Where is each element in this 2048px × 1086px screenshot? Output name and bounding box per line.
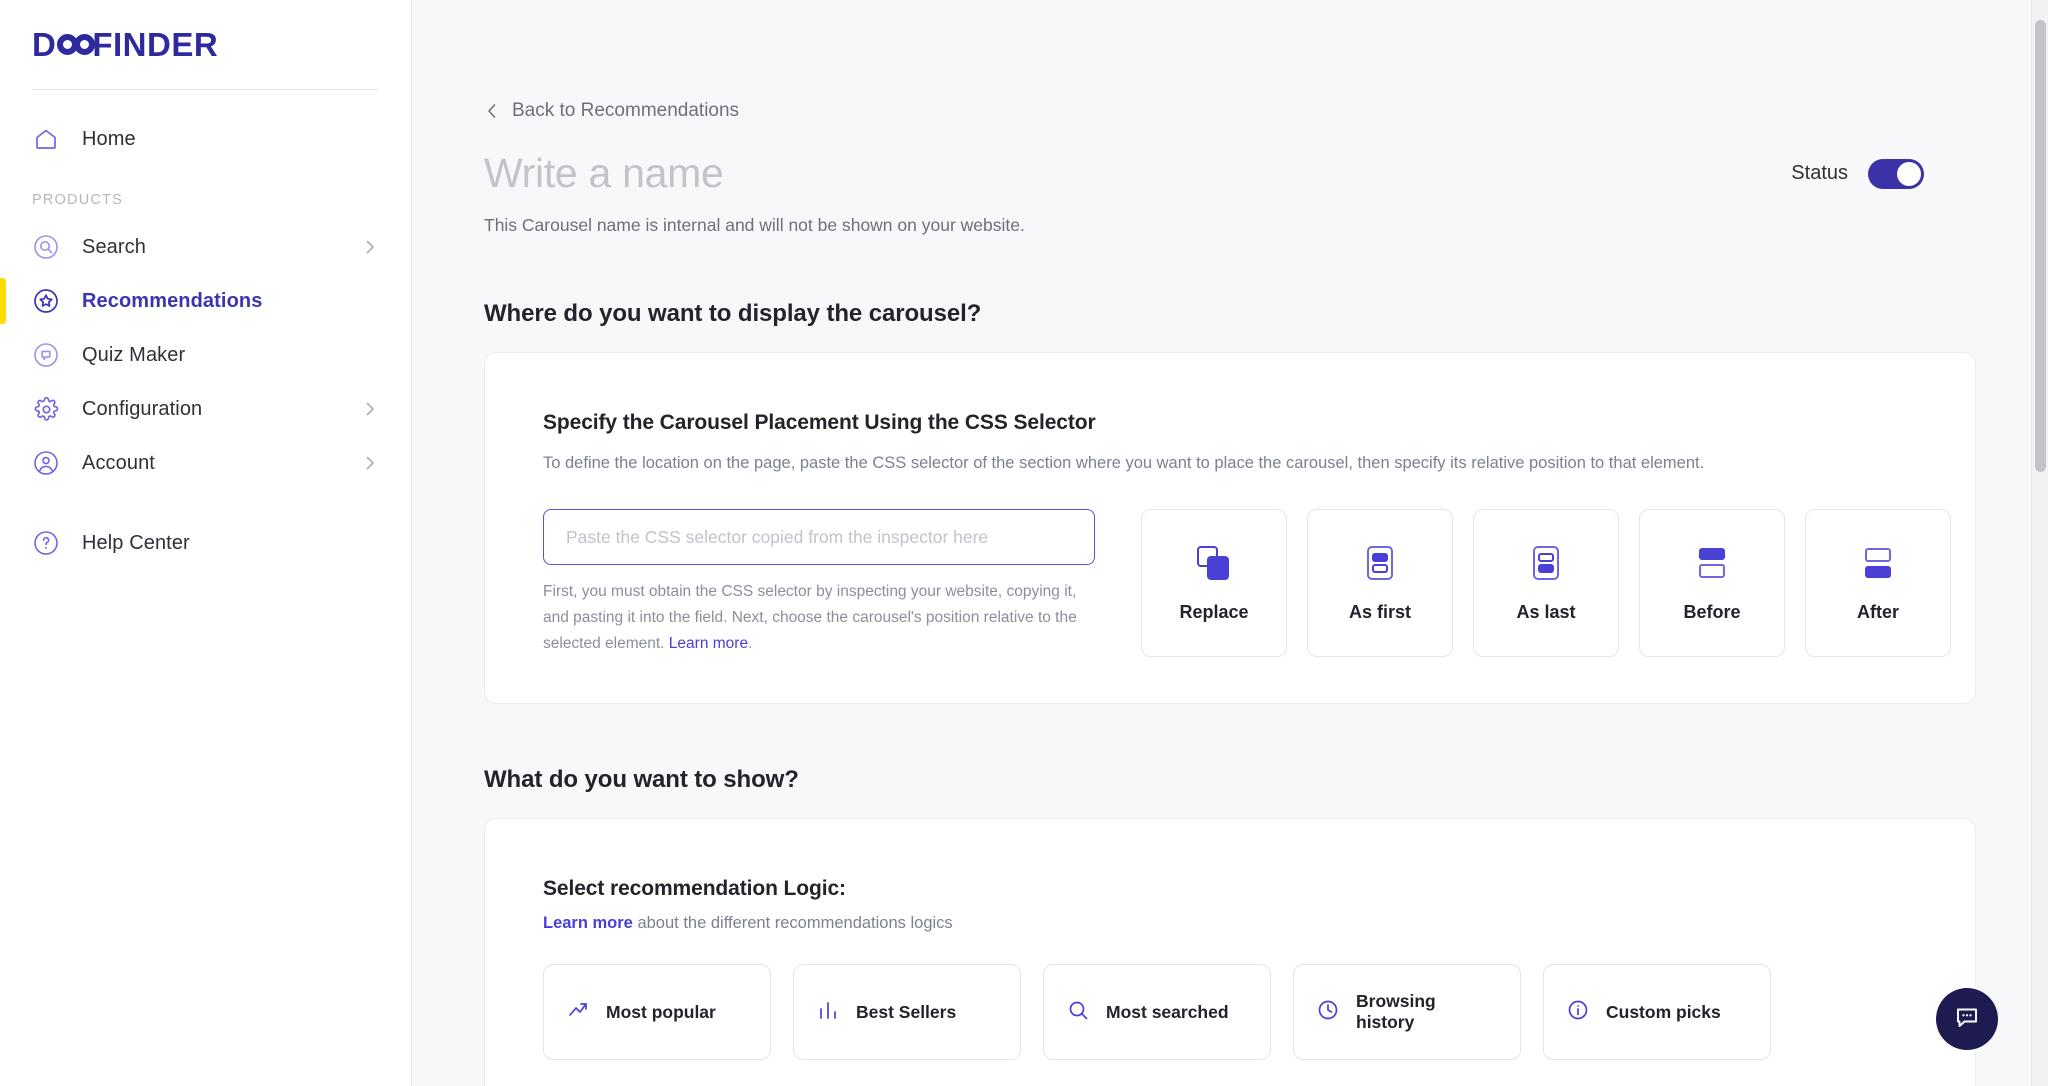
placement-card: Specify the Carousel Placement Using the…	[484, 351, 1976, 705]
search-circle-icon	[32, 233, 60, 261]
logic-option-most-searched[interactable]: Most searched	[1043, 964, 1271, 1061]
sidebar-nav: Home PRODUCTS Search Recommendations Qui…	[0, 90, 411, 594]
replace-icon	[1197, 544, 1231, 582]
placement-option-replace[interactable]: Replace	[1141, 509, 1287, 658]
css-selector-hint-text: First, you must obtain the CSS selector …	[543, 583, 1077, 652]
placement-option-label: After	[1856, 601, 1899, 622]
placement-option-label: Before	[1683, 601, 1741, 622]
status-control: Status	[1791, 158, 1976, 189]
logic-option-label: Most popular	[606, 1001, 716, 1022]
placement-option-label: Replace	[1179, 601, 1249, 622]
sidebar-item-search[interactable]: Search	[0, 220, 411, 274]
trending-up-icon	[566, 998, 590, 1027]
main-content: Back to Recommendations Write a name Sta…	[412, 0, 2048, 1086]
main-inner: Back to Recommendations Write a name Sta…	[412, 0, 2048, 1086]
page-subtitle: This Carousel name is internal and will …	[484, 215, 1025, 236]
scrollbar-thumb[interactable]	[2035, 20, 2046, 472]
chevron-left-icon	[484, 102, 500, 120]
sidebar-item-quiz-maker[interactable]: Quiz Maker	[0, 328, 411, 382]
placement-section-heading: Where do you want to display the carouse…	[484, 299, 982, 327]
css-selector-input[interactable]	[543, 509, 1095, 566]
logic-option-label: Most searched	[1106, 1001, 1229, 1022]
css-selector-hint: First, you must obtain the CSS selector …	[543, 579, 1095, 656]
sidebar-item-account[interactable]: Account	[0, 436, 411, 490]
sidebar-item-label: Recommendations	[82, 290, 263, 312]
chevron-right-icon	[361, 238, 379, 256]
bar-chart-icon	[816, 998, 840, 1027]
info-circle-icon	[1566, 998, 1590, 1027]
recommendation-logic-subtitle: Learn more about the different recommend…	[543, 911, 1917, 936]
sidebar-item-home[interactable]: Home	[0, 112, 411, 166]
sidebar-item-recommendations[interactable]: Recommendations	[0, 274, 411, 328]
back-link-label: Back to Recommendations	[512, 100, 740, 121]
sidebar-item-label: Account	[82, 452, 155, 474]
sidebar-bottom-nav: Configuration Account Help Center	[0, 382, 411, 594]
chat-bubble-icon	[1953, 1003, 1981, 1036]
chevron-right-icon	[361, 400, 379, 418]
css-selector-hint-tail: .	[748, 634, 753, 652]
brand-logo-text-1: D	[32, 26, 57, 63]
sidebar-item-label: Help Center	[82, 532, 190, 554]
question-circle-icon	[32, 529, 60, 557]
brand-logo-text-2: FINDER	[92, 26, 219, 63]
clock-history-icon	[1316, 998, 1340, 1027]
chevron-right-icon	[361, 454, 379, 472]
sidebar-item-label: Search	[82, 236, 146, 258]
brand-logo[interactable]: D FINDER	[0, 0, 411, 61]
as-last-icon	[1533, 544, 1559, 582]
placement-card-subtitle: To define the location on the page, past…	[543, 453, 1705, 472]
placement-option-as-last[interactable]: As last	[1473, 509, 1619, 658]
logic-option-label: Custom picks	[1606, 1001, 1721, 1022]
quiz-circle-icon	[32, 341, 60, 369]
sidebar-item-configuration[interactable]: Configuration	[0, 382, 411, 436]
logic-option-label: Browsing history	[1356, 991, 1436, 1033]
sidebar-section-products: PRODUCTS	[32, 192, 123, 208]
css-selector-learn-more-link[interactable]: Learn more	[669, 635, 748, 652]
star-circle-icon	[32, 287, 60, 315]
placement-option-after[interactable]: After	[1805, 509, 1951, 658]
as-first-icon	[1367, 544, 1393, 582]
user-circle-icon	[32, 449, 60, 477]
sidebar-item-label: Home	[82, 128, 136, 150]
status-toggle[interactable]	[1868, 158, 1924, 189]
logic-learn-more-tail: about the different recommendations logi…	[632, 914, 953, 933]
logic-learn-more-link[interactable]: Learn more	[543, 914, 633, 932]
status-toggle-knob	[1897, 161, 1921, 186]
carousel-name-input[interactable]: Write a name	[484, 150, 724, 197]
logic-option-best-sellers[interactable]: Best Sellers	[793, 964, 1021, 1061]
app-root: D FINDER Home PRODUCTS Search Recommenda…	[0, 0, 2048, 1086]
logic-option-most-popular[interactable]: Most popular	[543, 964, 771, 1061]
search-icon	[1066, 998, 1090, 1027]
after-icon	[1865, 544, 1891, 582]
logic-option-custom-picks[interactable]: Custom picks	[1543, 964, 1771, 1061]
page-title-row: Write a name Status	[484, 150, 1976, 197]
brand-logo-infinity-icon	[57, 34, 96, 55]
chat-widget-button[interactable]	[1936, 988, 1998, 1050]
back-to-recommendations-link[interactable]: Back to Recommendations	[484, 100, 739, 122]
css-selector-column: First, you must obtain the CSS selector …	[543, 509, 1095, 657]
recommendation-logic-options: Most popular Best Sellers Most searched	[543, 964, 1917, 1061]
before-icon	[1699, 544, 1725, 582]
placement-option-as-first[interactable]: As first	[1307, 509, 1453, 658]
logic-option-label: Best Sellers	[856, 1001, 957, 1022]
page-scrollbar[interactable]	[2031, 0, 2048, 1086]
placement-options: Replace As first As last Before After	[1141, 509, 1951, 658]
home-icon	[32, 125, 60, 153]
placement-card-title: Specify the Carousel Placement Using the…	[543, 410, 1096, 434]
sidebar-item-help-center[interactable]: Help Center	[0, 516, 411, 570]
sidebar: D FINDER Home PRODUCTS Search Recommenda…	[0, 0, 412, 1086]
gear-icon	[32, 395, 60, 423]
placement-option-label: As first	[1348, 601, 1411, 622]
status-label: Status	[1791, 162, 1848, 185]
sidebar-item-label: Quiz Maker	[82, 344, 186, 366]
placement-option-label: As last	[1516, 601, 1576, 622]
placement-option-before[interactable]: Before	[1639, 509, 1785, 658]
recommendation-logic-title: Select recommendation Logic:	[543, 877, 846, 901]
recommendation-logic-card: Select recommendation Logic: Learn more …	[484, 818, 1976, 1086]
logic-option-browsing-history[interactable]: Browsing history	[1293, 964, 1521, 1061]
placement-row: First, you must obtain the CSS selector …	[543, 509, 1951, 658]
content-section-heading: What do you want to show?	[484, 766, 799, 794]
sidebar-item-label: Configuration	[82, 398, 203, 420]
